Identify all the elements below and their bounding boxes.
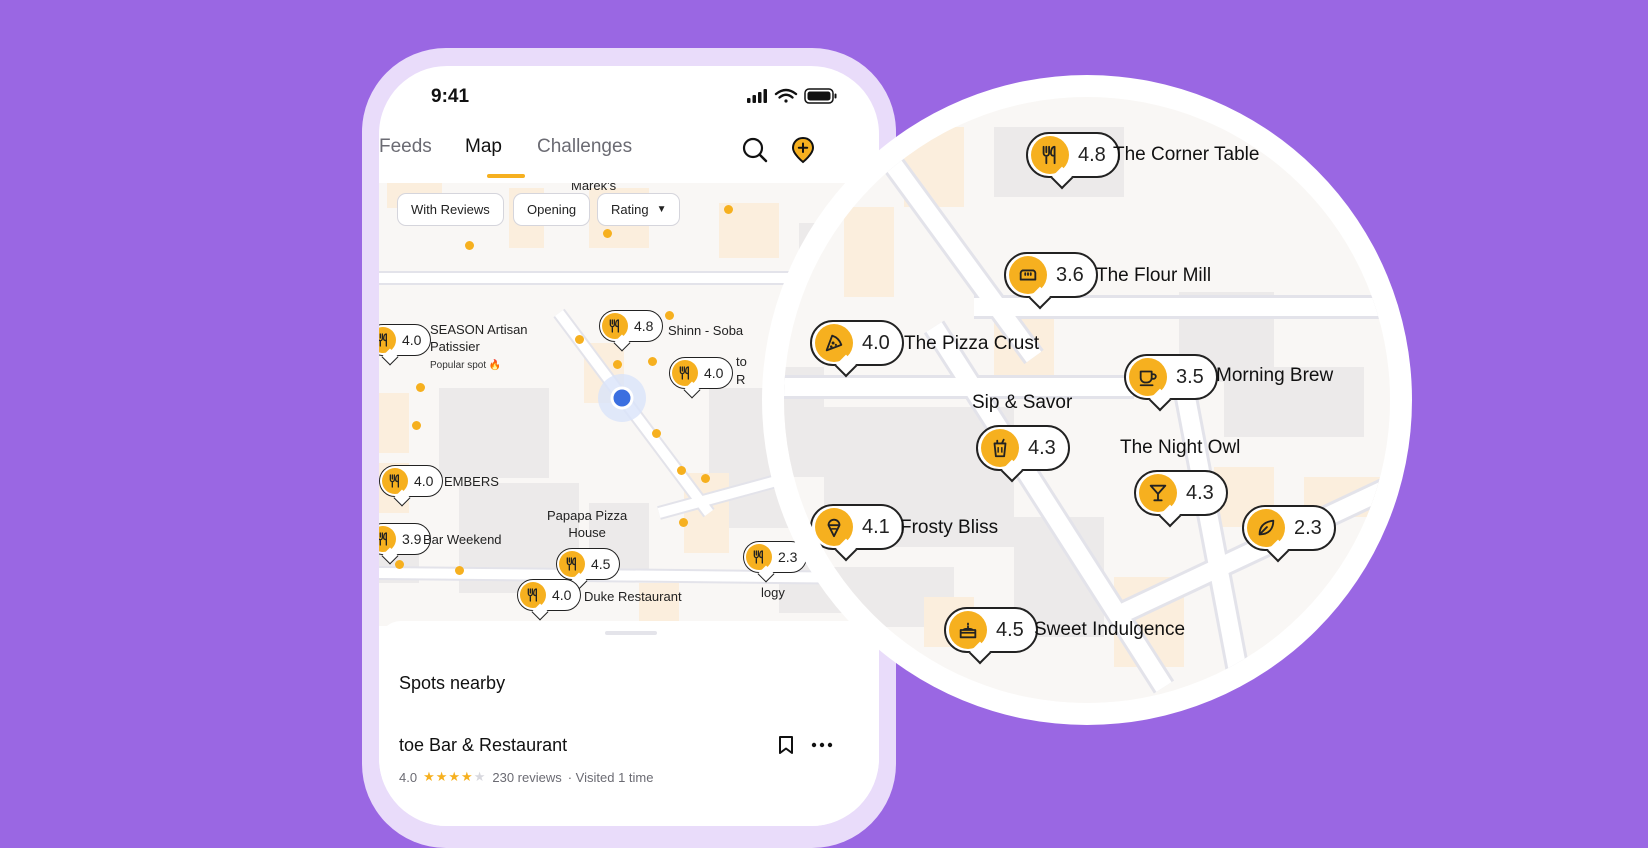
zoom-label: Frosty Bliss: [900, 517, 999, 538]
review-count[interactable]: 230 reviews: [492, 770, 561, 785]
zoom-label: The Flour Mill: [1096, 265, 1212, 286]
map-label: to: [736, 354, 747, 369]
filter-opening[interactable]: Opening: [513, 193, 591, 226]
pizza-icon: [815, 324, 853, 362]
fork-knife-icon: [1031, 136, 1069, 174]
map-dot[interactable]: [701, 474, 710, 483]
leaf-icon: [1247, 509, 1285, 547]
zoom-pin-flour-mill[interactable]: 3.6: [1004, 252, 1098, 298]
map-label: Shinn - Soba: [668, 323, 744, 338]
fork-knife-icon: [559, 551, 585, 577]
fork-knife-icon: [379, 327, 396, 353]
zoom-magnifier: 4.8 The Corner Table 3.6 The Flour Mill …: [762, 75, 1412, 725]
fork-knife-icon: [602, 313, 628, 339]
map-dot[interactable]: [465, 241, 474, 250]
map-dot[interactable]: [677, 466, 686, 475]
cocktail-icon: [1139, 474, 1177, 512]
map-label: Bar Weekend: [423, 532, 502, 547]
zoom-pin-night-owl[interactable]: 4.3: [1134, 470, 1228, 516]
map-label: Duke Restaurant: [584, 589, 682, 604]
map-dot[interactable]: [613, 360, 622, 369]
map-pin[interactable]: 4.8: [599, 310, 664, 342]
map-pin[interactable]: 4.5: [556, 548, 621, 580]
fork-knife-icon: [746, 544, 772, 570]
map-label: SEASON Artisan Patissier Popular spot 🔥: [430, 322, 528, 371]
zoom-pin-morning-brew[interactable]: 3.5: [1124, 354, 1218, 400]
zoom-label: Sweet Indulgence: [1034, 619, 1186, 640]
tab-challenges[interactable]: Challenges: [537, 136, 632, 158]
zoom-pin-corner-table[interactable]: 4.8: [1026, 132, 1120, 178]
zoom-label: The Corner Table: [1113, 144, 1260, 165]
map-dot[interactable]: [416, 383, 425, 392]
visit-count: · Visited 1 time: [567, 769, 654, 785]
map-pin[interactable]: 4.0: [379, 465, 444, 497]
map-pin[interactable]: 4.0: [379, 324, 432, 356]
map-dot[interactable]: [575, 335, 584, 344]
place-rating: 4.0: [399, 769, 418, 785]
zoom-label: Morning Brew: [1216, 365, 1334, 386]
current-location-dot: [610, 386, 634, 410]
search-icon[interactable]: [741, 136, 769, 164]
zoom-label: Sip & Savor: [972, 392, 1073, 413]
zoom-pin-pizza-crust[interactable]: 4.0: [810, 320, 904, 366]
map-label: logy: [761, 585, 785, 600]
map-dot[interactable]: [679, 518, 688, 527]
sheet-title: Spots nearby: [399, 673, 506, 693]
map-dot[interactable]: [648, 357, 657, 366]
map-dot[interactable]: [652, 429, 661, 438]
sheet-handle[interactable]: [605, 631, 657, 635]
bread-icon: [1009, 256, 1047, 294]
map-dot[interactable]: [412, 421, 421, 430]
fork-knife-icon: [379, 526, 396, 552]
zoom-pin-sweet-indulgence[interactable]: 4.5: [944, 607, 1038, 653]
tab-feeds[interactable]: Feeds: [379, 136, 432, 158]
cake-icon: [949, 611, 987, 649]
map-dot[interactable]: [724, 205, 733, 214]
zoom-label: The Night Owl: [1120, 437, 1241, 458]
coffee-cup-icon: [1129, 358, 1167, 396]
status-time: 9:41: [431, 86, 470, 107]
chevron-down-icon: ▼: [656, 204, 667, 215]
zoom-pin-frosty-bliss[interactable]: 4.1: [810, 504, 904, 550]
map-label: R: [736, 372, 746, 387]
map-dot[interactable]: [603, 229, 612, 238]
zoom-label: The Pizza Crust: [904, 333, 1040, 354]
zoom-pin-sip-savor[interactable]: 4.3: [976, 425, 1070, 471]
map-label: Papapa Pizza House: [547, 508, 628, 540]
fork-knife-icon: [520, 582, 546, 608]
map-pin[interactable]: 4.0: [517, 579, 582, 611]
cellular-signal-icon: [747, 89, 767, 103]
map-pin[interactable]: 4.0: [669, 357, 734, 389]
bookmark-icon[interactable]: [777, 735, 795, 755]
active-tab-indicator: [487, 174, 525, 178]
more-options-icon[interactable]: [811, 741, 833, 749]
filter-rating[interactable]: Rating ▼: [597, 193, 681, 226]
map-dot[interactable]: [665, 311, 674, 320]
map-dot[interactable]: [455, 566, 464, 575]
zoom-map[interactable]: 4.8 The Corner Table 3.6 The Flour Mill …: [784, 97, 1390, 703]
drink-cup-icon: [981, 429, 1019, 467]
ice-cream-icon: [815, 508, 853, 546]
place-name[interactable]: toe Bar & Restaurant: [399, 735, 567, 756]
zoom-map-background: [784, 97, 1390, 703]
star-rating: ★★★★★: [423, 769, 487, 784]
fork-knife-icon: [382, 468, 408, 494]
filter-with-reviews[interactable]: With Reviews: [397, 193, 504, 226]
map-dot[interactable]: [395, 560, 404, 569]
map-label: EMBERS: [444, 474, 499, 489]
zoom-pin-leaf[interactable]: 2.3: [1242, 505, 1336, 551]
fork-knife-icon: [672, 360, 698, 386]
tab-map[interactable]: Map: [465, 136, 502, 158]
place-meta: 4.0 ★★★★★ 230 reviews · Visited 1 time: [399, 769, 653, 785]
